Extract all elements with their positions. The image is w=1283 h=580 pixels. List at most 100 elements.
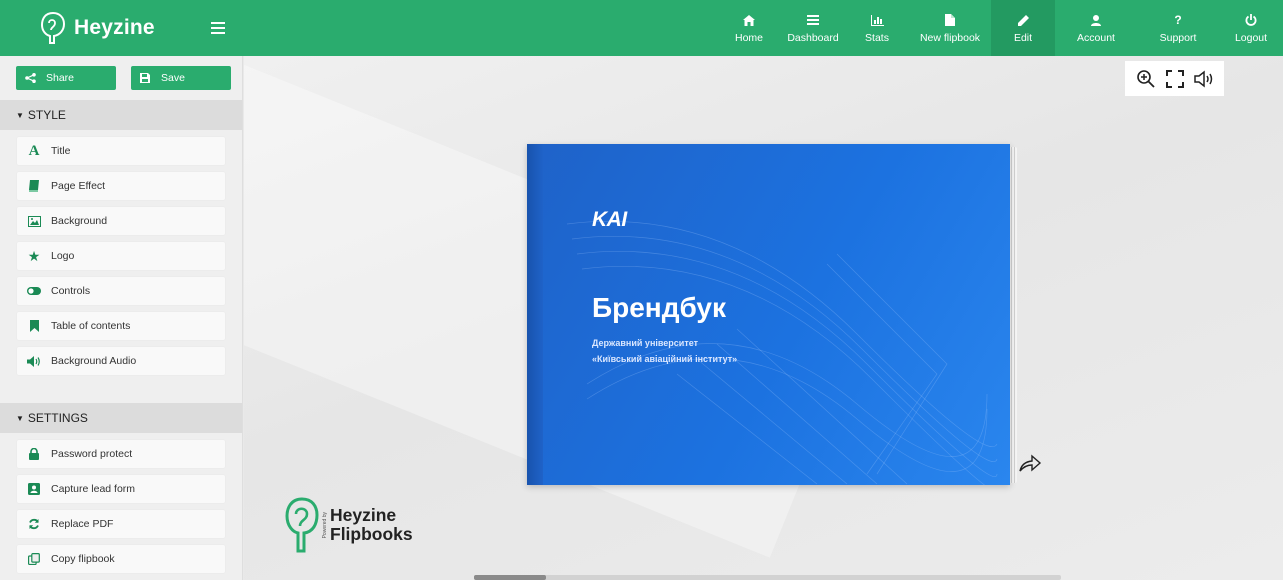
menu-toggle-icon[interactable]: [211, 22, 225, 34]
nav-logout-label: Logout: [1234, 32, 1268, 44]
user-icon: [1091, 12, 1101, 28]
book-icon: [27, 179, 41, 193]
form-icon: [27, 482, 41, 496]
sidebar-item-label: Password protect: [51, 448, 133, 460]
home-icon: [743, 12, 755, 28]
lock-icon: [27, 447, 41, 461]
sidebar-actions: Share Save: [0, 56, 242, 100]
sidebar-item-password-protect[interactable]: Password protect: [16, 439, 226, 469]
brand-name: Heyzine: [74, 16, 155, 39]
nav-edit[interactable]: Edit: [991, 0, 1055, 56]
cover-subtitle: Державний університет «Київський авіацій…: [592, 335, 737, 367]
sound-icon[interactable]: [1193, 68, 1215, 90]
sidebar-item-capture-lead-form[interactable]: Capture lead form: [16, 474, 226, 504]
share-arrow-icon[interactable]: [1017, 454, 1043, 474]
sidebar-item-table-of-contents[interactable]: Table of contents: [16, 311, 226, 341]
nav-home[interactable]: Home: [717, 0, 781, 56]
flipbook-cover[interactable]: KAI Брендбук Державний університет «Київ…: [527, 144, 1010, 485]
sidebar-item-label: Background: [51, 215, 108, 227]
caret-down-icon: ▼: [16, 413, 24, 423]
sidebar-item-label: Replace PDF: [51, 518, 114, 530]
share-button[interactable]: Share: [16, 66, 116, 90]
volume-icon: [27, 354, 41, 368]
cover-subtitle-line2: «Київський авіаційний інститут»: [592, 354, 738, 364]
sidebar-item-page-effect[interactable]: Page Effect: [16, 171, 226, 201]
save-button[interactable]: Save: [131, 66, 231, 90]
horizontal-scrollbar[interactable]: [474, 575, 1061, 580]
nav-account-label: Account: [1077, 32, 1115, 44]
cover-logo: KAI: [592, 208, 627, 231]
flipbook: KAI Брендбук Державний університет «Київ…: [527, 144, 1017, 485]
cover-subtitle-line1: Державний університет: [592, 338, 699, 348]
sidebar-item-logo[interactable]: ★ Logo: [16, 241, 226, 271]
sidebar-item-copy-flipbook[interactable]: Copy flipbook: [16, 544, 226, 574]
sidebar-item-label: Title: [51, 145, 71, 157]
footer-brand-text: Heyzine Flipbooks: [330, 506, 413, 544]
sidebar-item-label: Logo: [51, 250, 75, 262]
cover-title: Брендбук: [592, 292, 726, 323]
star-icon: ★: [27, 247, 41, 264]
sidebar-item-label: Table of contents: [51, 320, 131, 332]
settings-section-title: SETTINGS: [27, 411, 88, 425]
main-nav: Home Dashboard Stats New flipbook Edit A…: [717, 0, 1283, 56]
nav-logout[interactable]: Logout: [1219, 0, 1283, 56]
nav-dashboard[interactable]: Dashboard: [781, 0, 845, 56]
settings-section-header[interactable]: ▼ SETTINGS: [0, 403, 242, 433]
nav-new-flipbook-label: New flipbook: [919, 32, 981, 44]
heyzine-logo-icon: [40, 11, 66, 44]
heyzine-flipbooks-logo[interactable]: Powered by Heyzine Flipbooks: [284, 496, 413, 554]
caret-down-icon: ▼: [16, 110, 24, 120]
nav-edit-label: Edit: [1013, 32, 1033, 44]
viewer-toolbar: [1125, 61, 1224, 96]
footer-line2: Flipbooks: [330, 524, 413, 544]
sidebar-item-label: Capture lead form: [51, 483, 136, 495]
scrollbar-thumb[interactable]: [474, 575, 546, 580]
brand[interactable]: Heyzine: [0, 0, 243, 56]
list-icon: [807, 12, 819, 28]
top-navbar: Heyzine Home Dashboard Stats New flipboo…: [0, 0, 1283, 56]
nav-support-label: Support: [1159, 32, 1197, 44]
sidebar-item-controls[interactable]: Controls: [16, 276, 226, 306]
fullscreen-icon[interactable]: [1164, 68, 1186, 90]
powered-by-label: Powered by: [322, 511, 328, 539]
nav-stats-label: Stats: [865, 32, 889, 44]
settings-items: Password protect Capture lead form Repla…: [0, 433, 242, 580]
nav-support[interactable]: ? Support: [1137, 0, 1219, 56]
refresh-icon: [27, 517, 41, 531]
footer-line1: Heyzine: [330, 505, 397, 525]
nav-home-label: Home: [734, 32, 763, 44]
share-button-label: Share: [46, 72, 75, 84]
image-icon: [27, 214, 41, 228]
nav-account[interactable]: Account: [1055, 0, 1137, 56]
chart-icon: [870, 12, 884, 28]
zoom-in-icon[interactable]: [1135, 68, 1157, 90]
flipbook-viewer: KAI Брендбук Державний університет «Київ…: [244, 56, 1283, 580]
copy-icon: [27, 552, 41, 566]
floppy-icon: [137, 72, 153, 84]
nav-dashboard-label: Dashboard: [787, 32, 839, 44]
nav-stats[interactable]: Stats: [845, 0, 909, 56]
sidebar-item-label: Controls: [51, 285, 91, 297]
title-icon: A: [28, 142, 40, 159]
sidebar-item-label: Background Audio: [51, 355, 137, 367]
sidebar-item-background[interactable]: Background: [16, 206, 226, 236]
toggle-icon: [27, 284, 41, 298]
style-items: A Title Page Effect Background ★ Logo Co…: [0, 130, 242, 385]
nav-new-flipbook[interactable]: New flipbook: [909, 0, 991, 56]
style-section-header[interactable]: ▼ STYLE: [0, 100, 242, 130]
bookmark-icon: [27, 319, 41, 333]
share-icon: [22, 72, 38, 84]
heyzine-mark-icon: [285, 497, 319, 553]
power-icon: [1245, 12, 1257, 28]
question-icon: ?: [1174, 13, 1182, 27]
pencil-icon: [1017, 12, 1029, 28]
sidebar-item-background-audio[interactable]: Background Audio: [16, 346, 226, 376]
style-section-title: STYLE: [27, 108, 66, 122]
sidebar-item-label: Page Effect: [51, 180, 106, 192]
save-button-label: Save: [161, 72, 185, 84]
sidebar-item-replace-pdf[interactable]: Replace PDF: [16, 509, 226, 539]
file-icon: [945, 12, 955, 28]
sidebar: Share Save ▼ STYLE A Title Page Effect B…: [0, 56, 243, 580]
sidebar-item-title[interactable]: A Title: [16, 136, 226, 166]
